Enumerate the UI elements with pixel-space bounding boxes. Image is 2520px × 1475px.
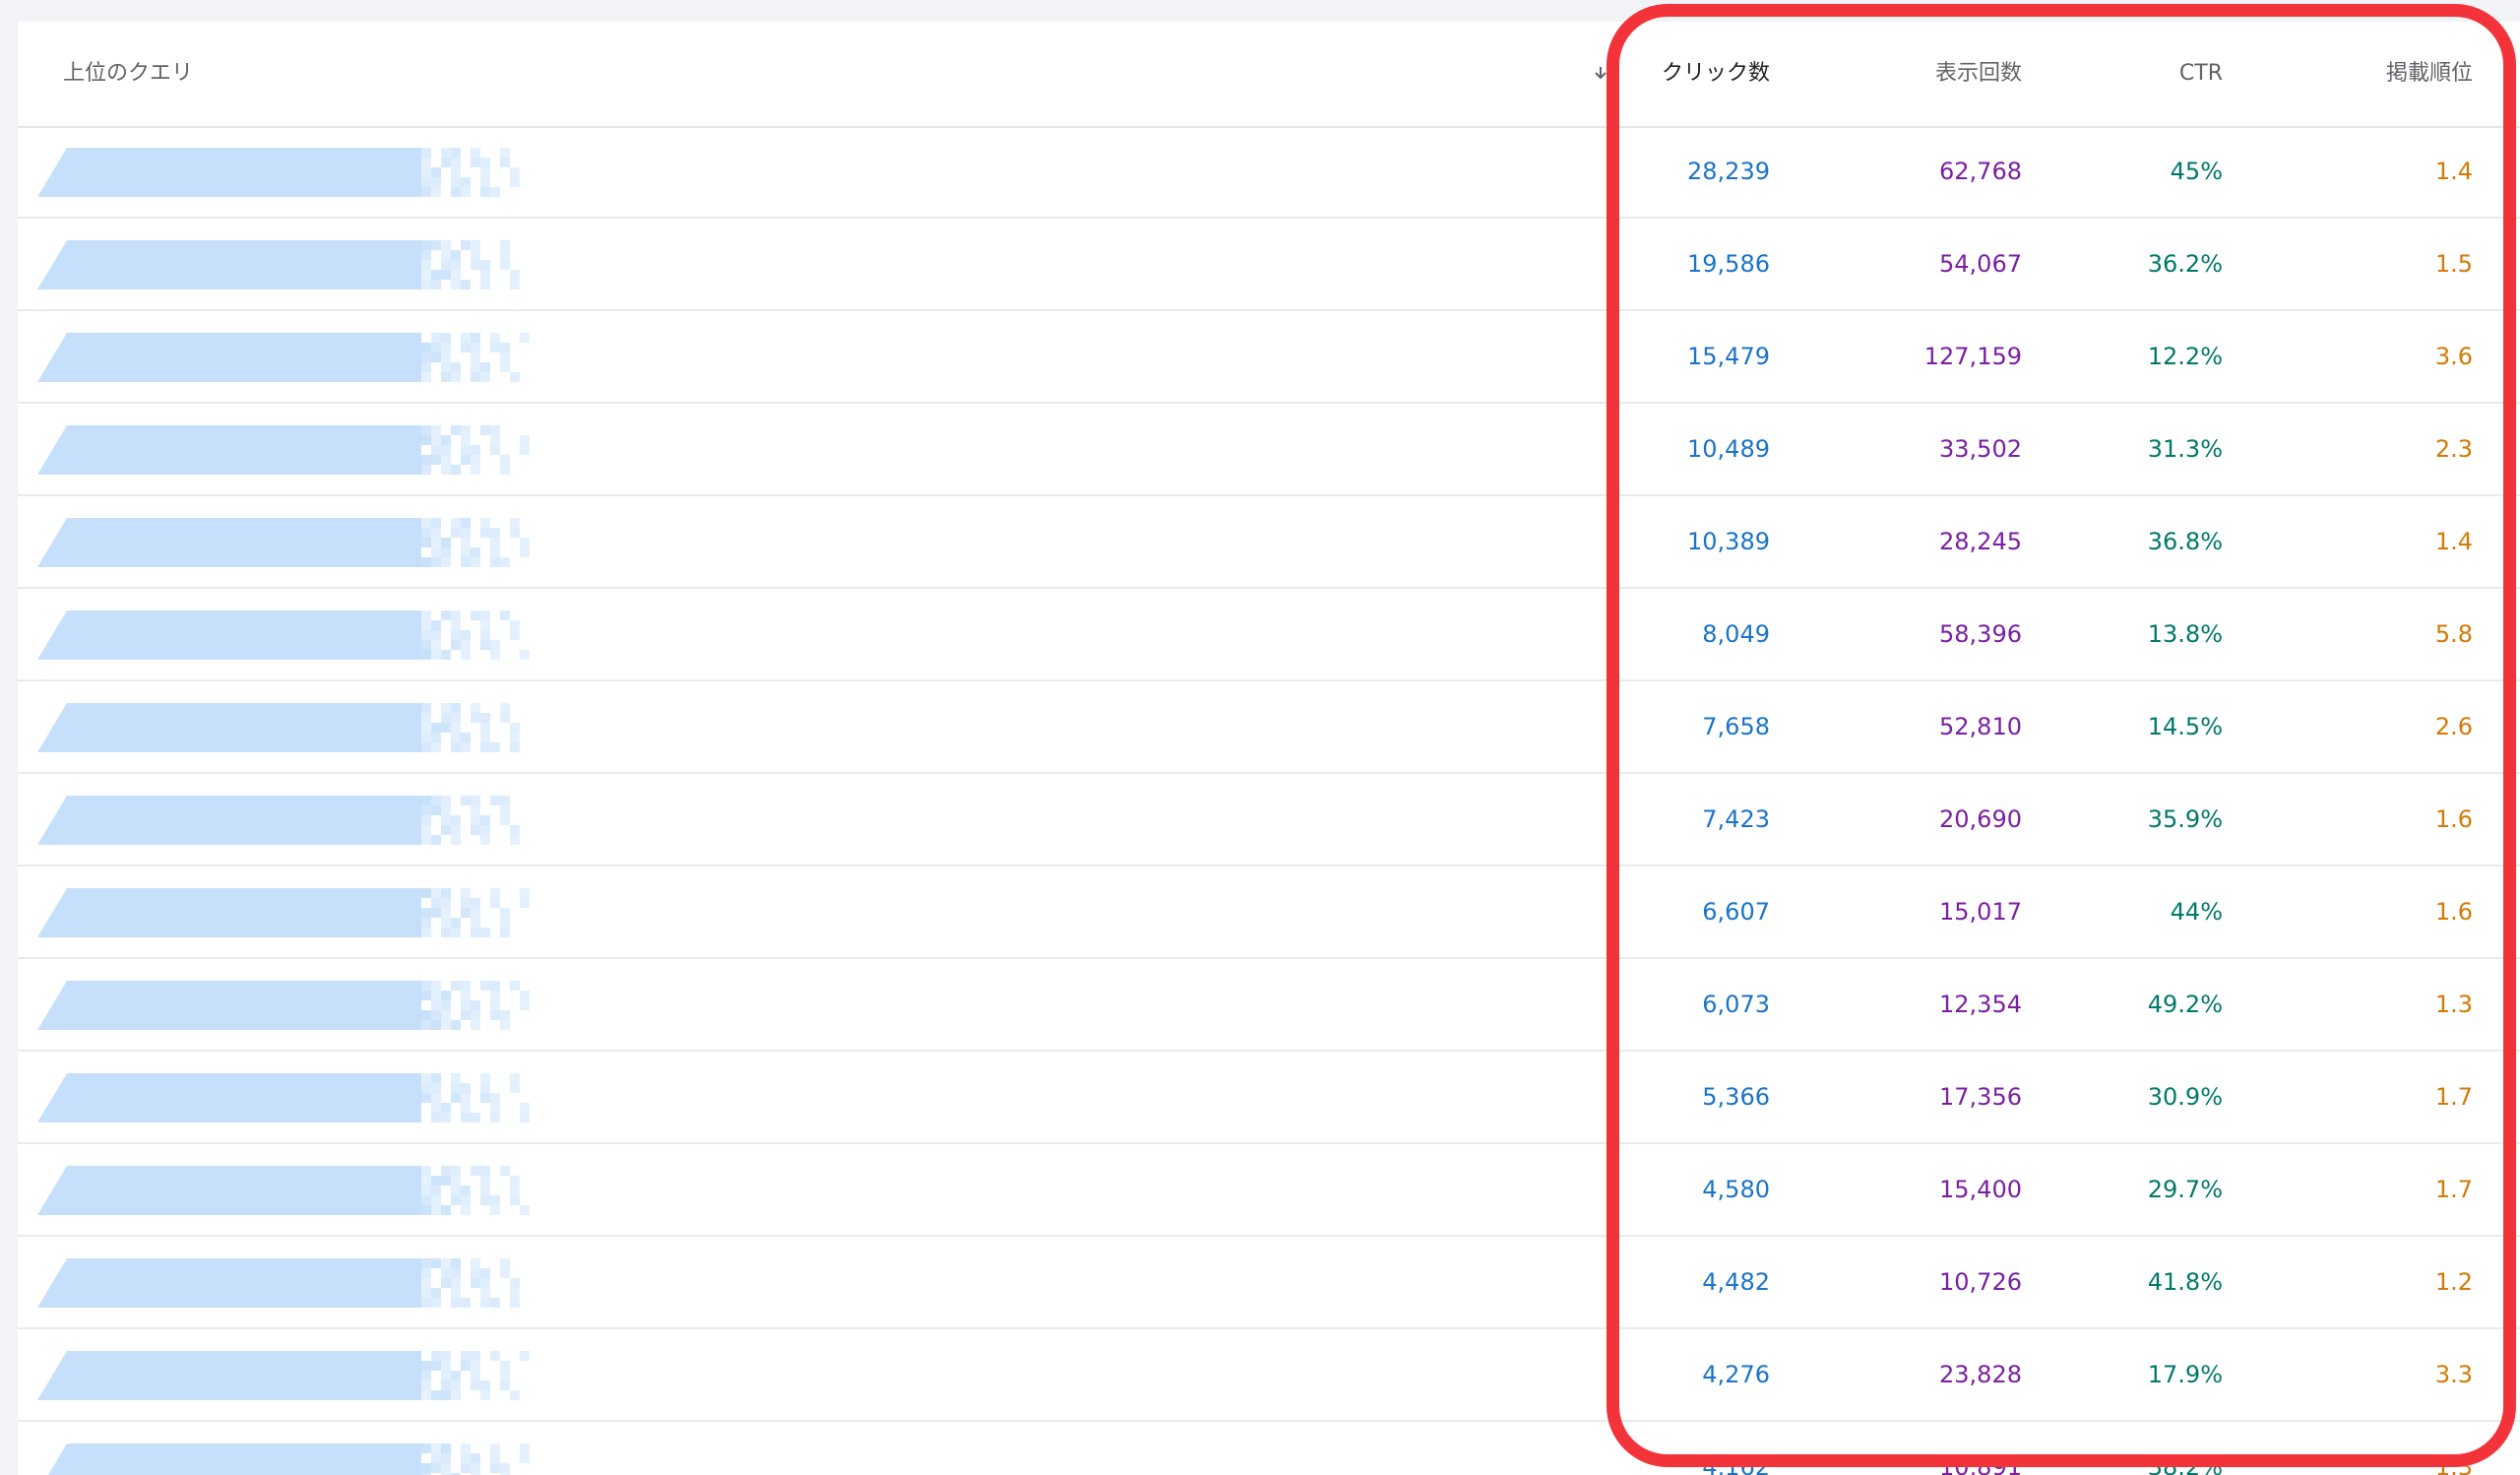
ctr-cell: 44% — [2170, 898, 2223, 926]
header-clicks[interactable]: クリック数 — [1612, 22, 1770, 126]
redacted-query — [37, 610, 530, 660]
position-cell: 1.7 — [2434, 1083, 2473, 1111]
redacted-query — [37, 981, 530, 1030]
arrow-down-icon[interactable] — [1593, 65, 1608, 81]
table-row[interactable]: 7,658 52,810 14.5% 2.6 — [18, 681, 2520, 774]
ctr-cell: 30.9% — [2147, 1083, 2223, 1111]
redacted-query — [37, 796, 520, 845]
redacted-query — [37, 1258, 520, 1308]
table-row[interactable]: 5,366 17,356 30.9% 1.7 — [18, 1052, 2520, 1144]
redacted-query — [37, 425, 530, 475]
ctr-cell: 29.7% — [2147, 1176, 2223, 1203]
ctr-cell: 31.3% — [2147, 435, 2223, 463]
impressions-cell: 28,245 — [1939, 528, 2022, 555]
ctr-cell: 14.5% — [2147, 713, 2223, 740]
table-row[interactable]: 15,479 127,159 12.2% 3.6 — [18, 311, 2520, 404]
clicks-cell: 8,049 — [1702, 620, 1770, 648]
ctr-cell: 12.2% — [2147, 343, 2223, 370]
table-row[interactable]: 6,073 12,354 49.2% 1.3 — [18, 959, 2520, 1052]
ctr-cell: 35.9% — [2147, 805, 2223, 833]
impressions-cell: 10,726 — [1939, 1268, 2022, 1296]
impressions-cell: 58,396 — [1939, 620, 2022, 648]
clicks-cell: 4,276 — [1702, 1361, 1770, 1388]
table-row[interactable]: 10,489 33,502 31.3% 2.3 — [18, 404, 2520, 496]
position-cell: 1.4 — [2434, 528, 2473, 555]
redacted-query — [37, 888, 530, 937]
redacted-query — [37, 1351, 530, 1400]
clicks-cell: 5,366 — [1702, 1083, 1770, 1111]
impressions-cell: 17,356 — [1939, 1083, 2022, 1111]
position-cell: 1.5 — [2434, 250, 2473, 278]
redacted-query — [47, 1443, 530, 1475]
position-cell: 1.7 — [2434, 1176, 2473, 1203]
position-cell: 2.3 — [2434, 435, 2473, 463]
clicks-cell: 4,162 — [1702, 1453, 1770, 1475]
position-cell: 3.3 — [2434, 1361, 2473, 1388]
table-row[interactable]: 4,162 10,891 38.2% 1.3 — [18, 1422, 2520, 1475]
impressions-cell: 10,891 — [1939, 1453, 2022, 1475]
table-row[interactable]: 4,276 23,828 17.9% 3.3 — [18, 1329, 2520, 1422]
clicks-cell: 7,658 — [1702, 713, 1770, 740]
impressions-cell: 62,768 — [1939, 158, 2022, 185]
impressions-cell: 54,067 — [1939, 250, 2022, 278]
ctr-cell: 36.2% — [2147, 250, 2223, 278]
impressions-cell: 12,354 — [1939, 991, 2022, 1018]
page: 上位のクエリ クリック数 表示回数 CTR 掲載順位 28,239 62,768 4… — [0, 0, 2520, 1475]
header-ctr[interactable]: CTR — [2085, 22, 2223, 126]
position-cell: 1.3 — [2434, 1453, 2473, 1475]
ctr-cell: 41.8% — [2147, 1268, 2223, 1296]
table-row[interactable]: 7,423 20,690 35.9% 1.6 — [18, 774, 2520, 866]
table-row[interactable]: 19,586 54,067 36.2% 1.5 — [18, 219, 2520, 311]
redacted-query — [37, 1073, 530, 1122]
redacted-query — [37, 333, 530, 382]
position-cell: 1.2 — [2434, 1268, 2473, 1296]
clicks-cell: 4,580 — [1702, 1176, 1770, 1203]
clicks-cell: 19,586 — [1687, 250, 1770, 278]
table-row[interactable]: 4,580 15,400 29.7% 1.7 — [18, 1144, 2520, 1237]
table-header-row: 上位のクエリ クリック数 表示回数 CTR 掲載順位 — [18, 22, 2520, 128]
clicks-cell: 15,479 — [1687, 343, 1770, 370]
impressions-cell: 20,690 — [1939, 805, 2022, 833]
position-cell: 5.8 — [2434, 620, 2473, 648]
table-row[interactable]: 28,239 62,768 45% 1.4 — [18, 126, 2520, 219]
ctr-cell: 49.2% — [2147, 991, 2223, 1018]
impressions-cell: 52,810 — [1939, 713, 2022, 740]
redacted-query — [37, 148, 520, 197]
clicks-cell: 28,239 — [1687, 158, 1770, 185]
position-cell: 1.4 — [2434, 158, 2473, 185]
clicks-cell: 6,073 — [1702, 991, 1770, 1018]
clicks-cell: 4,482 — [1702, 1268, 1770, 1296]
ctr-cell: 36.8% — [2147, 528, 2223, 555]
table-row[interactable]: 4,482 10,726 41.8% 1.2 — [18, 1237, 2520, 1329]
clicks-cell: 10,489 — [1687, 435, 1770, 463]
header-impressions[interactable]: 表示回数 — [1849, 22, 2022, 126]
ctr-cell: 17.9% — [2147, 1361, 2223, 1388]
table-row[interactable]: 10,389 28,245 36.8% 1.4 — [18, 496, 2520, 589]
clicks-cell: 7,423 — [1702, 805, 1770, 833]
table-row[interactable]: 8,049 58,396 13.8% 5.8 — [18, 589, 2520, 681]
impressions-cell: 23,828 — [1939, 1361, 2022, 1388]
position-cell: 1.6 — [2434, 805, 2473, 833]
impressions-cell: 15,400 — [1939, 1176, 2022, 1203]
redacted-query — [37, 1166, 530, 1215]
header-position[interactable]: 掲載順位 — [2282, 22, 2473, 126]
redacted-query — [37, 240, 520, 289]
queries-table: 上位のクエリ クリック数 表示回数 CTR 掲載順位 28,239 62,768 4… — [18, 22, 2520, 1475]
position-cell: 2.6 — [2434, 713, 2473, 740]
position-cell: 3.6 — [2434, 343, 2473, 370]
header-top-queries[interactable]: 上位のクエリ — [63, 22, 193, 126]
position-cell: 1.6 — [2434, 898, 2473, 926]
ctr-cell: 38.2% — [2147, 1453, 2223, 1475]
ctr-cell: 45% — [2170, 158, 2223, 185]
redacted-query — [37, 518, 530, 567]
impressions-cell: 33,502 — [1939, 435, 2022, 463]
clicks-cell: 10,389 — [1687, 528, 1770, 555]
clicks-cell: 6,607 — [1702, 898, 1770, 926]
impressions-cell: 15,017 — [1939, 898, 2022, 926]
impressions-cell: 127,159 — [1923, 343, 2022, 370]
position-cell: 1.3 — [2434, 991, 2473, 1018]
table-row[interactable]: 6,607 15,017 44% 1.6 — [18, 866, 2520, 959]
redacted-query — [37, 703, 520, 752]
ctr-cell: 13.8% — [2147, 620, 2223, 648]
